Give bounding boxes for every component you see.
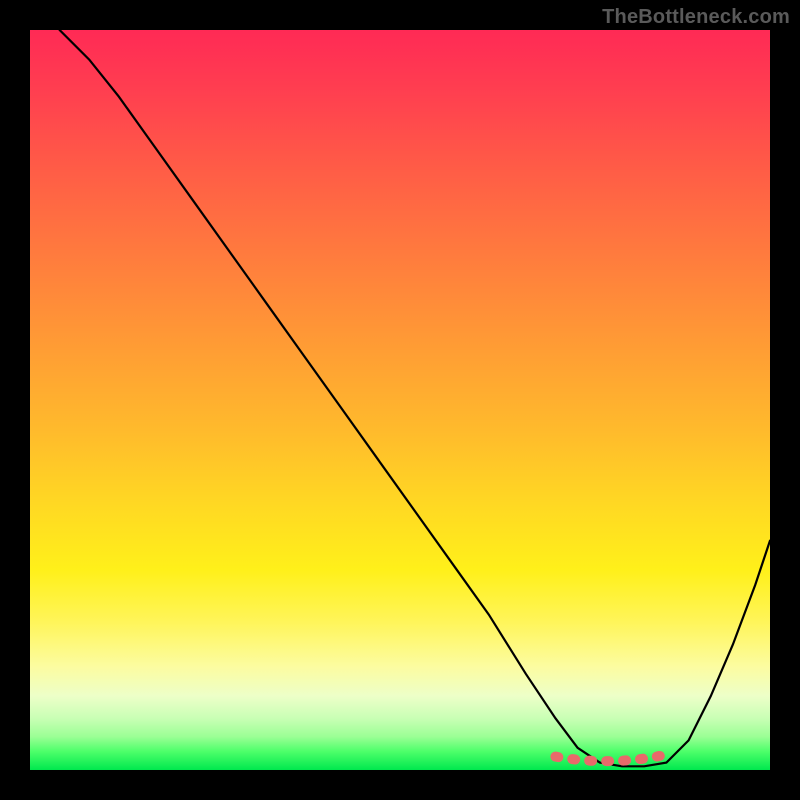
bottleneck-curve [60, 30, 770, 766]
minimum-marker [555, 755, 666, 762]
plot-area [30, 30, 770, 770]
watermark: TheBottleneck.com [602, 6, 790, 29]
chart-root: TheBottleneck.com [0, 0, 800, 800]
curve-layer [30, 30, 770, 770]
